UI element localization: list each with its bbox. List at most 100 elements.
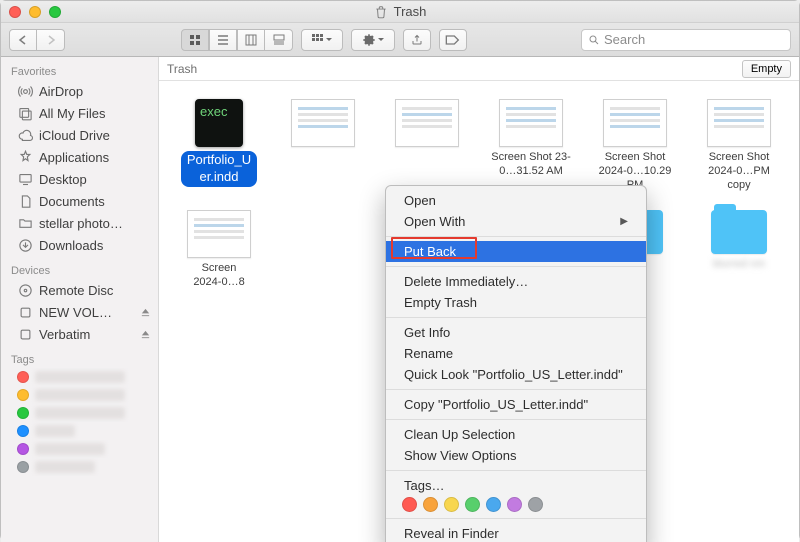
airdrop-icon xyxy=(17,83,33,99)
file-item[interactable]: x xyxy=(279,99,367,192)
sidebar-tag-item[interactable] xyxy=(1,386,159,404)
file-item[interactable]: Screen 2024-0…8 xyxy=(175,210,263,290)
sidebar-item-newvol[interactable]: NEW VOL… xyxy=(1,301,159,323)
ctx-open[interactable]: Open xyxy=(386,190,646,211)
file-item-selected[interactable]: exec Portfolio_Uer.indd xyxy=(175,99,263,192)
ctx-quick-look[interactable]: Quick Look "Portfolio_US_Letter.indd" xyxy=(386,364,646,385)
sidebar-item-stellar[interactable]: stellar photo… xyxy=(1,212,159,234)
desktop-icon xyxy=(17,171,33,187)
sidebar-tag-item[interactable] xyxy=(1,440,159,458)
folder-item[interactable]: blurred nm xyxy=(695,210,783,290)
submenu-icon: ▶ xyxy=(620,216,628,227)
downloads-icon xyxy=(17,237,33,253)
action-button[interactable] xyxy=(351,29,395,51)
nav-group xyxy=(9,29,65,51)
empty-trash-button[interactable]: Empty xyxy=(742,60,791,78)
applications-icon xyxy=(17,149,33,165)
window-titlebar: Trash xyxy=(1,1,799,23)
file-item[interactable]: Screen Shot 2024-0…10.29 PM xyxy=(591,99,679,192)
screenshot-thumbnail xyxy=(187,210,251,258)
file-item[interactable]: Screen Shot 23-0…31.52 AM xyxy=(487,99,575,192)
share-button[interactable] xyxy=(403,29,431,51)
context-menu: Open Open With▶ Put Back Delete Immediat… xyxy=(385,185,647,542)
screenshot-thumbnail xyxy=(499,99,563,147)
back-button[interactable] xyxy=(9,29,37,51)
file-item[interactable]: x xyxy=(383,99,471,192)
ctx-open-with[interactable]: Open With▶ xyxy=(386,211,646,232)
ctx-reveal-in-finder[interactable]: Reveal in Finder xyxy=(386,523,646,542)
file-item[interactable]: Screen Shot 2024-0…PM copy xyxy=(695,99,783,192)
toolbar: Search xyxy=(1,23,799,57)
sidebar-tag-item[interactable] xyxy=(1,422,159,440)
sidebar-item-documents[interactable]: Documents xyxy=(1,190,159,212)
ctx-separator xyxy=(386,518,646,519)
trash-icon xyxy=(374,5,388,19)
sidebar-tag-item[interactable] xyxy=(1,458,159,476)
path-bar: Trash Empty xyxy=(159,57,799,81)
tags-button[interactable] xyxy=(439,29,467,51)
sidebar-section-tags: Tags xyxy=(1,351,159,368)
folder-icon xyxy=(711,210,767,254)
ctx-put-back[interactable]: Put Back xyxy=(386,241,646,262)
file-name-selected: Portfolio_Uer.indd xyxy=(181,151,257,187)
sidebar-item-verbatim[interactable]: Verbatim xyxy=(1,323,159,345)
documents-icon xyxy=(17,193,33,209)
view-group xyxy=(181,29,293,51)
tag-color-purple[interactable] xyxy=(507,497,522,512)
tag-dot-orange xyxy=(17,389,29,401)
tag-color-yellow[interactable] xyxy=(444,497,459,512)
ctx-separator xyxy=(386,419,646,420)
screenshot-thumbnail xyxy=(291,99,355,147)
sidebar-item-all-my-files[interactable]: All My Files xyxy=(1,102,159,124)
tag-color-blue[interactable] xyxy=(486,497,501,512)
screenshot-thumbnail xyxy=(707,99,771,147)
ctx-copy[interactable]: Copy "Portfolio_US_Letter.indd" xyxy=(386,394,646,415)
tag-dot-green xyxy=(17,407,29,419)
ctx-separator xyxy=(386,236,646,237)
icon-view-button[interactable] xyxy=(181,29,209,51)
icon-view-area[interactable]: exec Portfolio_Uer.indd x x Screen Shot … xyxy=(159,81,799,542)
ctx-show-view-options[interactable]: Show View Options xyxy=(386,445,646,466)
tag-color-orange[interactable] xyxy=(423,497,438,512)
ctx-separator xyxy=(386,317,646,318)
ctx-get-info[interactable]: Get Info xyxy=(386,322,646,343)
ctx-rename[interactable]: Rename xyxy=(386,343,646,364)
sidebar-section-favorites: Favorites xyxy=(1,63,159,80)
file-name: Screen Shot 23-0…31.52 AM xyxy=(487,151,575,179)
ctx-separator xyxy=(386,470,646,471)
tag-color-green[interactable] xyxy=(465,497,480,512)
ctx-separator xyxy=(386,389,646,390)
ctx-delete-immediately[interactable]: Delete Immediately… xyxy=(386,271,646,292)
tag-dot-blue xyxy=(17,425,29,437)
ctx-clean-up[interactable]: Clean Up Selection xyxy=(386,424,646,445)
sidebar-tag-item[interactable] xyxy=(1,368,159,386)
tag-dot-red xyxy=(17,371,29,383)
sidebar-item-airdrop[interactable]: AirDrop xyxy=(1,80,159,102)
sidebar-section-devices: Devices xyxy=(1,262,159,279)
sidebar-item-remote-disc[interactable]: Remote Disc xyxy=(1,279,159,301)
tag-color-red[interactable] xyxy=(402,497,417,512)
all-files-icon xyxy=(17,105,33,121)
main-content: Trash Empty exec Portfolio_Uer.indd x x … xyxy=(159,57,799,542)
screenshot-thumbnail xyxy=(395,99,459,147)
sidebar-item-applications[interactable]: Applications xyxy=(1,146,159,168)
column-view-button[interactable] xyxy=(237,29,265,51)
ctx-tags-label: Tags… xyxy=(386,475,646,493)
cloud-icon xyxy=(17,127,33,143)
volume-icon xyxy=(17,326,33,342)
search-field[interactable]: Search xyxy=(581,29,791,51)
ctx-empty-trash[interactable]: Empty Trash xyxy=(386,292,646,313)
forward-button[interactable] xyxy=(37,29,65,51)
sidebar-item-icloud[interactable]: iCloud Drive xyxy=(1,124,159,146)
coverflow-view-button[interactable] xyxy=(265,29,293,51)
tag-color-gray[interactable] xyxy=(528,497,543,512)
sidebar-tag-item[interactable] xyxy=(1,404,159,422)
arrange-button[interactable] xyxy=(301,29,343,51)
sidebar-item-desktop[interactable]: Desktop xyxy=(1,168,159,190)
disc-icon xyxy=(17,282,33,298)
sidebar-resize-handle[interactable] xyxy=(150,57,158,542)
list-view-button[interactable] xyxy=(209,29,237,51)
exec-thumbnail: exec xyxy=(195,99,243,147)
search-icon xyxy=(588,34,600,46)
sidebar-item-downloads[interactable]: Downloads xyxy=(1,234,159,256)
